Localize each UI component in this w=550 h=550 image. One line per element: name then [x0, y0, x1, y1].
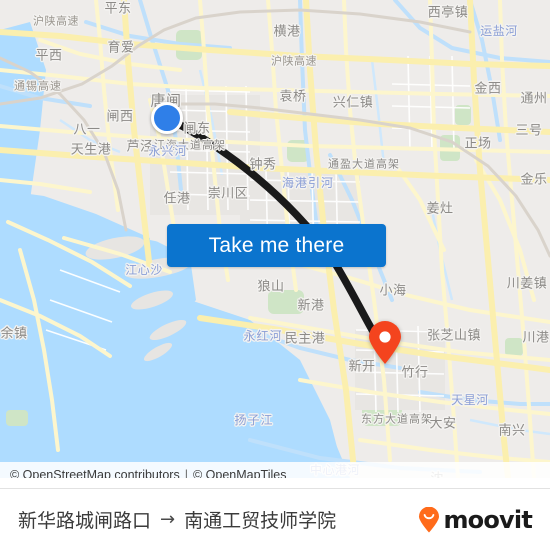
destination-pin[interactable]: [368, 321, 402, 370]
moovit-logo[interactable]: moovit: [418, 505, 533, 534]
origin-dot[interactable]: [151, 102, 183, 134]
footer-bar: 新华路城闸路口 → 南通工贸技师学院 moovit: [0, 488, 550, 550]
attribution-separator: |: [184, 468, 188, 478]
map-attribution: © OpenStreetMap contributors | © OpenMap…: [0, 462, 550, 478]
route-summary: 新华路城闸路口 → 南通工贸技师学院: [18, 506, 336, 533]
arrow-right-icon: →: [160, 509, 176, 530]
map-pin-icon: [369, 321, 401, 364]
moovit-map-screenshot: 沪陕高速 平东 横港 西亭镇 运盐河 平西 育爱 沪陕高速 通锡高速 袁桥 兴仁镇 金西 通州 闸西 唐闸闸…: [0, 0, 550, 550]
map-canvas[interactable]: 沪陕高速 平东 横港 西亭镇 运盐河 平西 育爱 沪陕高速 通锡高速 袁桥 兴仁镇 金西 通州 闸西 唐闸闸…: [0, 0, 550, 478]
route-origin-label: 新华路城闸路口: [18, 510, 152, 532]
take-me-there-button[interactable]: Take me there: [167, 224, 386, 267]
attribution-openmaptiles[interactable]: © OpenMapTiles: [193, 468, 287, 478]
moovit-pin-icon: [419, 506, 440, 532]
route-destination-label: 南通工贸技师学院: [184, 510, 337, 532]
attribution-osm[interactable]: © OpenStreetMap contributors: [10, 468, 180, 478]
moovit-wordmark: moovit: [443, 505, 532, 534]
